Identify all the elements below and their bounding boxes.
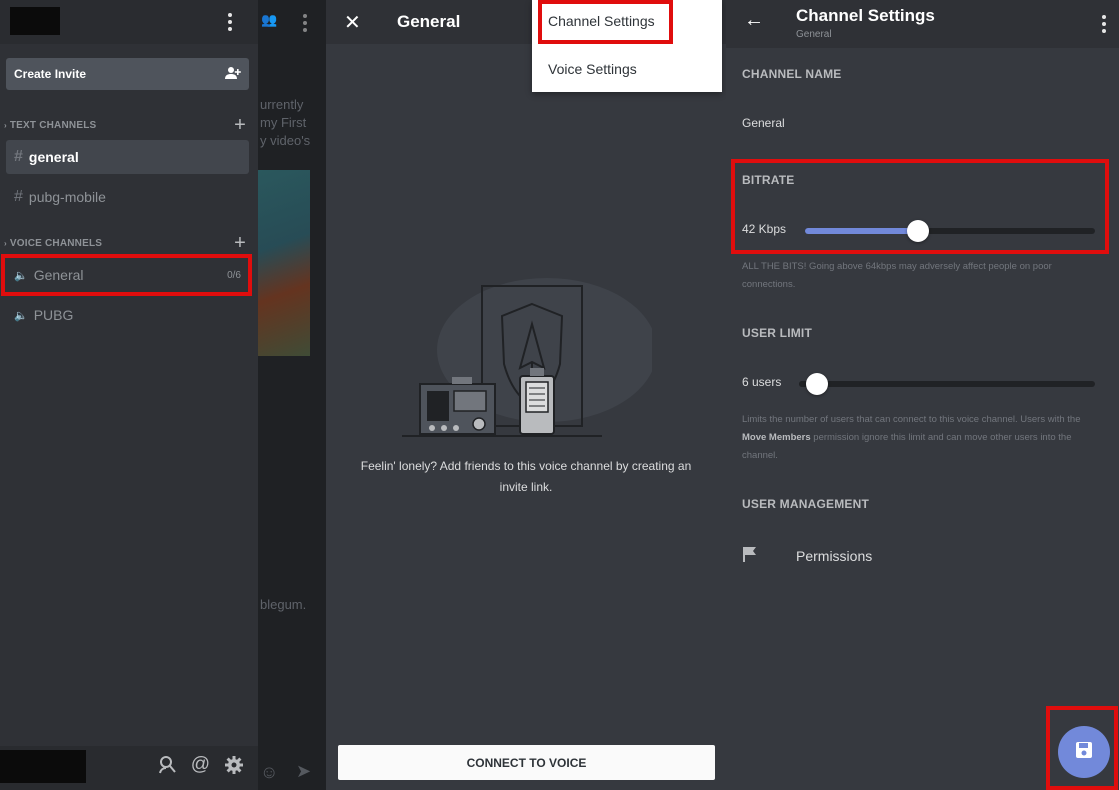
flag-icon	[742, 546, 796, 565]
mention-icon[interactable]: @	[191, 755, 210, 780]
plus-icon[interactable]: +	[234, 233, 246, 253]
add-person-icon	[225, 66, 241, 82]
permissions-row[interactable]: Permissions	[742, 546, 872, 565]
redacted-server-name	[10, 7, 60, 35]
hash-icon: #	[14, 148, 23, 165]
channel-settings-panel: ← Channel Settings General CHANNEL NAME …	[726, 0, 1119, 790]
plus-icon[interactable]: +	[234, 115, 246, 135]
search-icon[interactable]	[157, 755, 177, 780]
channel-sidebar: Create Invite › TEXT CHANNELS + # genera…	[0, 0, 258, 790]
voice-channels-label: VOICE CHANNELS	[9, 237, 103, 249]
chat-fragment: my First	[260, 115, 307, 130]
channel-item-general[interactable]: # general	[6, 140, 249, 174]
bitrate-hint: ALL THE BITS! Going above 64kbps may adv…	[742, 261, 1052, 290]
close-icon[interactable]: ✕	[344, 10, 361, 35]
voice-channel-pubg[interactable]: 🔈 PUBG	[6, 298, 249, 332]
user-limit-slider[interactable]	[799, 373, 1095, 395]
user-limit-hint: Limits the number of users that can conn…	[742, 411, 1102, 465]
channel-name: general	[28, 149, 79, 165]
chat-fragment: blegum.	[260, 597, 307, 612]
settings-title: Channel Settings	[796, 6, 935, 25]
gear-icon[interactable]	[224, 755, 244, 780]
voice-channel-title: General	[397, 12, 461, 31]
send-icon: ➤	[296, 761, 312, 781]
create-invite-button[interactable]: Create Invite	[6, 58, 249, 90]
highlight-box	[1, 254, 252, 296]
menu-item-voice-settings[interactable]: Voice Settings	[548, 61, 637, 77]
kebab-icon	[303, 14, 307, 35]
server-header	[0, 0, 258, 44]
permissions-label: Permissions	[796, 547, 873, 564]
dimmed-chat-strip: 👥 urrently my First y video's blegum. ☺ …	[258, 0, 326, 790]
text-channels-header[interactable]: › TEXT CHANNELS +	[0, 115, 258, 135]
highlight-box	[538, 0, 673, 44]
user-limit-slider-handle[interactable]	[805, 373, 828, 395]
settings-subtitle: General	[796, 29, 832, 40]
members-icon: 👥	[261, 12, 278, 27]
create-invite-label: Create Invite	[14, 67, 87, 81]
emoji-icon: ☺	[260, 762, 279, 782]
user-management-label: USER MANAGEMENT	[742, 497, 870, 511]
hash-icon: #	[14, 188, 23, 205]
chat-fragment: urrently	[260, 97, 304, 112]
back-arrow-icon[interactable]: ←	[744, 9, 764, 32]
user-limit-label: USER LIMIT	[742, 326, 812, 340]
connect-to-voice-button[interactable]: CONNECT TO VOICE	[338, 745, 715, 780]
redacted-username	[0, 750, 86, 783]
embedded-image	[258, 170, 310, 356]
hint-text: Limits the number of users that can conn…	[742, 414, 1081, 425]
speaker-icon: 🔈	[14, 309, 28, 322]
hint-bold-text: Move Members	[742, 432, 811, 443]
voice-channels-header[interactable]: › VOICE CHANNELS +	[0, 233, 258, 253]
channel-item-pubg-mobile[interactable]: # pubg-mobile	[6, 180, 249, 214]
channel-name-label: CHANNEL NAME	[742, 67, 842, 81]
highlight-box	[1046, 706, 1118, 790]
settings-header: ← Channel Settings General	[726, 0, 1119, 48]
kebab-icon[interactable]	[228, 13, 232, 34]
channel-name: pubg-mobile	[28, 189, 106, 205]
lonely-illustration	[402, 276, 657, 446]
highlight-box	[731, 159, 1109, 254]
chat-fragment: y video's	[260, 133, 311, 148]
channel-name: PUBG	[33, 307, 74, 323]
user-limit-value: 6 users	[742, 375, 782, 389]
text-channels-label: TEXT CHANNELS	[9, 119, 97, 131]
channel-name-input[interactable]: General	[742, 116, 785, 130]
empty-state-text: Feelin' lonely? Add friends to this voic…	[360, 459, 692, 494]
kebab-icon[interactable]	[1102, 15, 1106, 36]
user-panel: @	[0, 746, 258, 790]
voice-channel-panel: ✕ General Channel Settings Voice Setting…	[326, 0, 726, 790]
